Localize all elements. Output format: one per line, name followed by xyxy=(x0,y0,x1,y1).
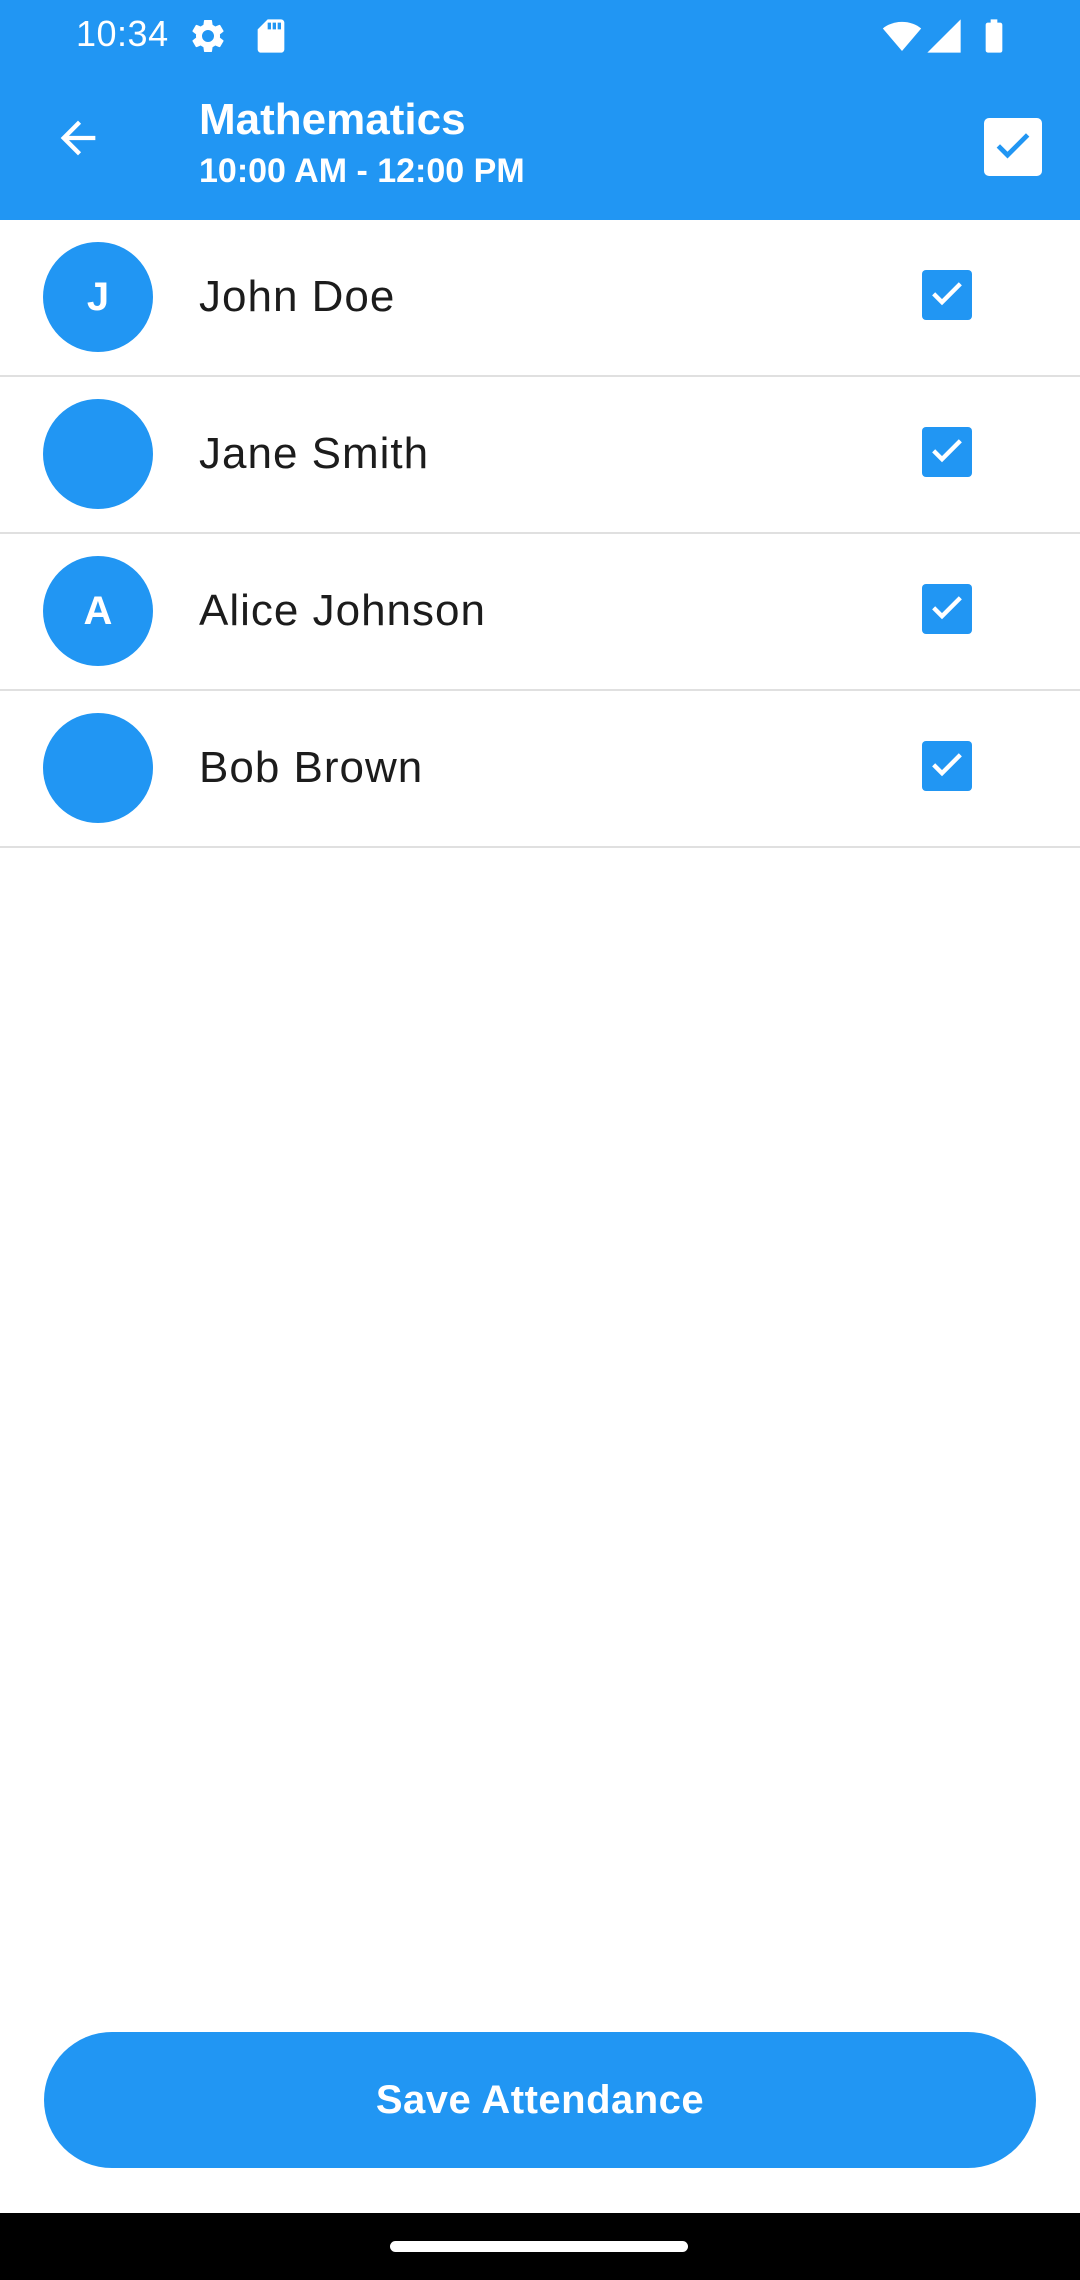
app-bar: Mathematics 10:00 AM - 12:00 PM xyxy=(0,70,1080,220)
class-time: 10:00 AM - 12:00 PM xyxy=(199,152,525,190)
student-name: Jane Smith xyxy=(199,429,430,478)
student-list: J John Doe Jane Smith A Alice Johnson Bo… xyxy=(0,220,1080,848)
student-name: Bob Brown xyxy=(199,743,424,792)
check-icon xyxy=(927,744,967,789)
attendance-checkbox[interactable] xyxy=(922,741,972,791)
check-icon xyxy=(927,273,967,318)
status-time: 10:34 xyxy=(76,13,169,54)
check-icon xyxy=(927,430,967,475)
wifi-icon xyxy=(882,16,922,56)
list-item[interactable]: Jane Smith xyxy=(0,377,1080,534)
navigation-bar xyxy=(0,2213,1080,2280)
check-icon xyxy=(927,587,967,632)
home-gesture-handle[interactable] xyxy=(390,2241,688,2252)
student-name: John Doe xyxy=(199,272,396,321)
back-button[interactable] xyxy=(40,102,116,178)
battery-icon xyxy=(974,16,1014,56)
avatar: J xyxy=(43,242,153,352)
select-all-checkbox[interactable] xyxy=(984,118,1042,176)
sd-card-icon xyxy=(251,16,291,56)
avatar: A xyxy=(43,556,153,666)
attendance-checkbox[interactable] xyxy=(922,584,972,634)
status-bar: 10:34 xyxy=(0,0,1080,70)
student-name: Alice Johnson xyxy=(199,586,486,635)
save-attendance-button[interactable]: Save Attendance xyxy=(44,2032,1036,2168)
list-item[interactable]: Bob Brown xyxy=(0,691,1080,848)
attendance-checkbox[interactable] xyxy=(922,427,972,477)
check-icon xyxy=(991,123,1035,172)
list-item[interactable]: A Alice Johnson xyxy=(0,534,1080,691)
list-item[interactable]: J John Doe xyxy=(0,220,1080,377)
signal-icon xyxy=(924,16,964,56)
attendance-checkbox[interactable] xyxy=(922,270,972,320)
avatar xyxy=(43,713,153,823)
arrow-left-icon xyxy=(52,112,104,169)
gear-icon xyxy=(188,16,228,56)
page-title: Mathematics xyxy=(199,95,466,144)
avatar xyxy=(43,399,153,509)
